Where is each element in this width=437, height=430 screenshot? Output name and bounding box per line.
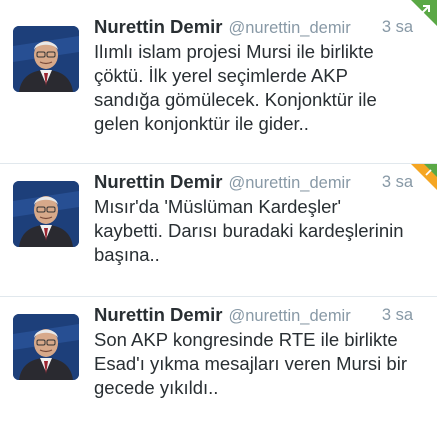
avatar[interactable]	[13, 26, 79, 92]
tweet-text: Ilımlı islam projesi Mursi ile birlikte …	[94, 41, 377, 134]
user-fullname[interactable]: Nurettin Demir	[94, 304, 223, 325]
user-handle[interactable]: @nurettin_demir	[229, 19, 351, 37]
retweeted-favorited-corner-icon	[411, 164, 437, 190]
tweet-header: Nurettin Demir @nurettin_demir 3 sa	[94, 14, 413, 40]
user-fullname[interactable]: Nurettin Demir	[94, 171, 223, 192]
tweet-text: Mısır'da 'Müslüman Kardeşler' kaybetti. …	[94, 196, 404, 265]
avatar-portrait-icon	[13, 181, 79, 247]
retweeted-corner-icon	[411, 0, 437, 26]
user-handle[interactable]: @nurettin_demir	[229, 174, 351, 192]
user-handle[interactable]: @nurettin_demir	[229, 307, 351, 325]
avatar-portrait-icon	[13, 26, 79, 92]
tweet-text: Son AKP kongresinde RTE ile birlikte Esa…	[94, 329, 407, 398]
tweet-header: Nurettin Demir @nurettin_demir 3 sa	[94, 302, 413, 328]
tweet-header: Nurettin Demir @nurettin_demir 3 sa	[94, 169, 413, 195]
tweet-timestamp[interactable]: 3 sa	[382, 169, 413, 195]
tweet-item[interactable]: Nurettin Demir @nurettin_demir 3 sa Son A…	[0, 297, 437, 430]
tweet-item[interactable]: Nurettin Demir @nurettin_demir 3 sa Ilıml…	[0, 0, 437, 164]
tweet-timeline: Nurettin Demir @nurettin_demir 3 sa Ilıml…	[0, 0, 437, 430]
tweet-timestamp[interactable]: 3 sa	[382, 14, 413, 40]
tweet-timestamp[interactable]: 3 sa	[382, 302, 413, 328]
avatar-portrait-icon	[13, 314, 79, 380]
tweet-item[interactable]: Nurettin Demir @nurettin_demir 3 sa Mısır…	[0, 164, 437, 297]
user-fullname[interactable]: Nurettin Demir	[94, 16, 223, 37]
avatar[interactable]	[13, 181, 79, 247]
avatar[interactable]	[13, 314, 79, 380]
